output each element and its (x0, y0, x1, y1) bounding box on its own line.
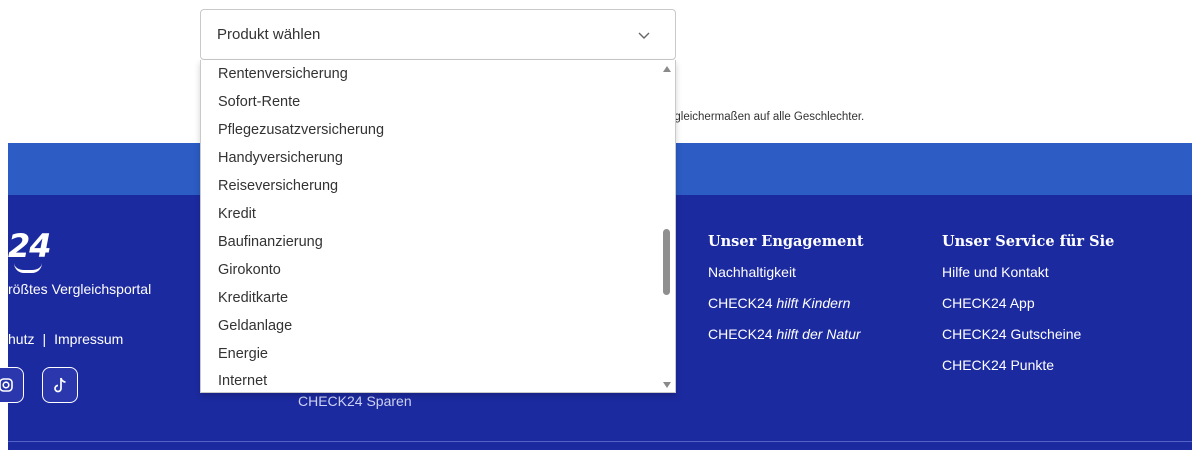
option-baufinanzierung[interactable]: Baufinanzierung (218, 234, 323, 250)
hilft-kindern-text: hilft Kindern (776, 295, 851, 311)
scroll-up-arrow-icon[interactable] (663, 66, 671, 72)
option-sofort-rente[interactable]: Sofort-Rente (218, 94, 300, 110)
hilft-natur-text: hilft der Natur (776, 326, 861, 342)
instagram-icon[interactable] (0, 367, 24, 403)
datenschutz-link[interactable]: hutz (8, 331, 34, 347)
dropdown-scrollbar[interactable] (661, 64, 673, 390)
option-kredit[interactable]: Kredit (218, 206, 256, 222)
scrollbar-thumb[interactable] (663, 229, 670, 295)
option-rentenversicherung[interactable]: Rentenversicherung (218, 66, 348, 82)
footer-divider (8, 441, 1192, 442)
product-select[interactable]: Produkt wählen (200, 9, 676, 60)
check24-prefix: CHECK24 (708, 326, 773, 342)
hilft-natur-link[interactable]: CHECK24 hilft der Natur (708, 326, 864, 357)
option-reiseversicherung[interactable]: Reiseversicherung (218, 178, 338, 194)
legal-links: hutz | Impressum (8, 331, 123, 347)
option-pflegezusatzversicherung[interactable]: Pflegezusatzversicherung (218, 122, 384, 138)
check24-logo[interactable]: 24 (8, 227, 52, 265)
engagement-column: Unser Engagement Nachhaltigkeit CHECK24 … (708, 233, 864, 357)
logo-smile-icon (14, 263, 42, 273)
tiktok-icon[interactable] (42, 367, 78, 403)
impressum-link[interactable]: Impressum (54, 331, 123, 347)
nachhaltigkeit-link[interactable]: Nachhaltigkeit (708, 264, 864, 295)
service-column: Unser Service für Sie Hilfe und Kontakt … (942, 233, 1114, 388)
gutscheine-link[interactable]: CHECK24 Gutscheine (942, 326, 1114, 357)
option-energie[interactable]: Energie (218, 346, 268, 362)
footer-tagline: rößtes Vergleichsportal (8, 281, 152, 297)
legal-separator: | (42, 331, 47, 347)
hilft-kindern-link[interactable]: CHECK24 hilft Kindern (708, 295, 864, 326)
option-internet[interactable]: Internet (218, 373, 267, 389)
option-geldanlage[interactable]: Geldanlage (218, 318, 292, 334)
hilfe-kontakt-link[interactable]: Hilfe und Kontakt (942, 264, 1114, 295)
service-title: Unser Service für Sie (942, 233, 1115, 250)
check24-app-link[interactable]: CHECK24 App (942, 295, 1114, 326)
engagement-title: Unser Engagement (708, 233, 864, 250)
check24-sparen-link[interactable]: CHECK24 Sparen (298, 393, 412, 409)
scroll-down-arrow-icon[interactable] (663, 382, 671, 388)
product-select-value: Produkt wählen (217, 26, 321, 43)
check24-prefix: CHECK24 (708, 295, 773, 311)
product-dropdown-list[interactable]: Rentenversicherung Sofort-Rente Pflegezu… (200, 60, 676, 393)
option-handyversicherung[interactable]: Handyversicherung (218, 150, 343, 166)
option-girokonto[interactable]: Girokonto (218, 262, 281, 278)
gender-notice-text: t gleichermaßen auf alle Geschlechter. (668, 111, 865, 123)
option-kreditkarte[interactable]: Kreditkarte (218, 290, 288, 306)
punkte-link[interactable]: CHECK24 Punkte (942, 357, 1114, 388)
chevron-down-icon (638, 32, 650, 39)
